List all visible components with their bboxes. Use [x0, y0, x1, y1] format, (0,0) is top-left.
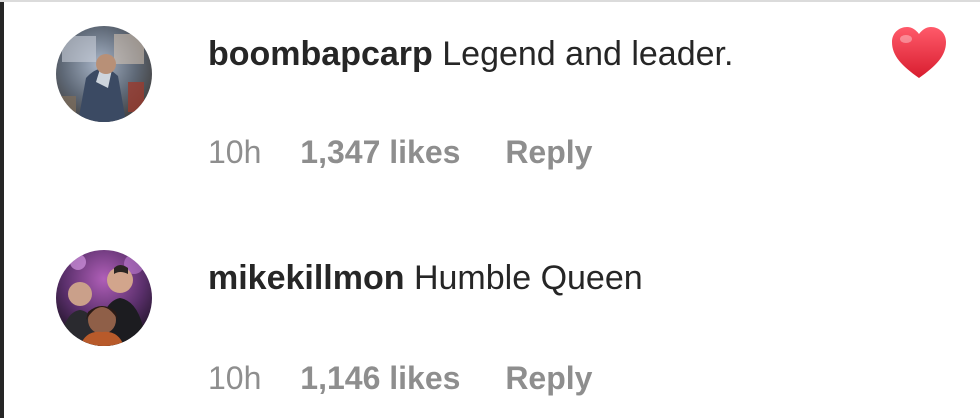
comment-item: mikekillmon Humble Queen 10h 1,146 likes…	[0, 226, 980, 418]
comment-meta: 10h 1,146 likes Reply	[208, 360, 592, 396]
comment-body: Humble Queen	[413, 259, 643, 297]
avatar-photo	[56, 26, 152, 122]
comment-item: boombapcarp Legend and leader. 10h 1,347…	[0, 0, 980, 205]
comment-text-line: mikekillmon Humble Queen	[208, 258, 643, 298]
avatar-photo	[56, 250, 152, 346]
likes-count[interactable]: 1,347 likes	[300, 134, 460, 170]
heart-icon	[892, 27, 946, 78]
avatar[interactable]	[56, 250, 152, 346]
avatar[interactable]	[56, 26, 152, 122]
username-link[interactable]: mikekillmon	[208, 259, 405, 297]
reply-button[interactable]: Reply	[505, 360, 592, 396]
comment-meta: 10h 1,347 likes Reply	[208, 134, 592, 170]
timestamp[interactable]: 10h	[208, 134, 261, 170]
timestamp[interactable]: 10h	[208, 360, 261, 396]
comment-body: Legend and leader.	[442, 35, 734, 73]
reply-button[interactable]: Reply	[505, 134, 592, 170]
comment-text-line: boombapcarp Legend and leader.	[208, 34, 733, 74]
likes-count[interactable]: 1,146 likes	[300, 360, 460, 396]
username-link[interactable]: boombapcarp	[208, 35, 433, 73]
